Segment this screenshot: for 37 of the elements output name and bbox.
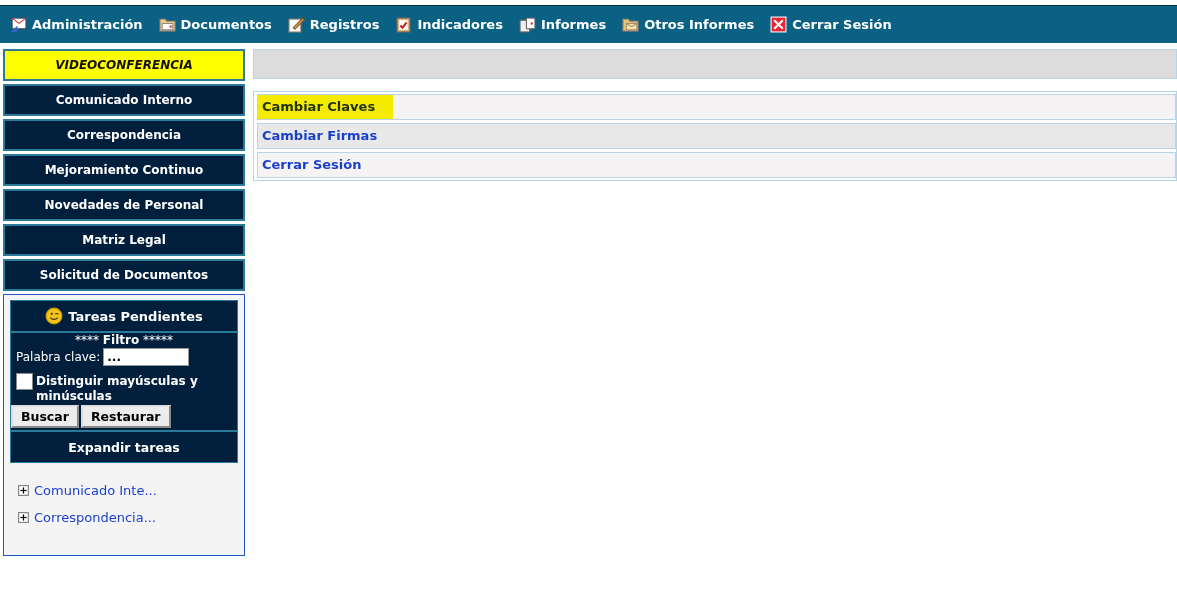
sidebar-item[interactable]: Correspondencia bbox=[3, 119, 245, 151]
sidebar-item[interactable]: Comunicado Interno bbox=[3, 84, 245, 116]
filter-button[interactable]: Restaurar bbox=[80, 405, 171, 428]
option-link[interactable]: Cambiar Claves bbox=[257, 94, 1176, 120]
envelope-icon bbox=[10, 16, 27, 33]
checkbox-label: Distinguir mayúsculas y minúsculas bbox=[36, 373, 199, 404]
smiley-icon bbox=[45, 307, 64, 325]
notepad-pencil-icon bbox=[287, 16, 305, 33]
clipboard-check-icon bbox=[395, 16, 413, 33]
menu-link[interactable]: Administración bbox=[10, 16, 143, 33]
menu-link[interactable]: Registros bbox=[287, 16, 380, 33]
sidebar-item[interactable]: Novedades de Personal bbox=[3, 189, 245, 221]
folder-icon bbox=[158, 16, 176, 33]
folder-envelope-icon bbox=[622, 16, 640, 33]
keyword-field[interactable]: ... bbox=[103, 348, 190, 366]
plus-icon[interactable] bbox=[18, 485, 29, 496]
checkbox[interactable] bbox=[16, 373, 33, 390]
menu-link[interactable]: Cerrar Sesión bbox=[770, 16, 892, 33]
sidebar-item[interactable]: VIDEOCONFERENCIA bbox=[3, 49, 245, 81]
menu-link[interactable]: Indicadores bbox=[395, 16, 503, 33]
plus-icon[interactable] bbox=[18, 512, 29, 523]
tree-link[interactable]: Correspondencia... bbox=[34, 510, 157, 525]
sidebar-item[interactable]: Mejoramiento Continuo bbox=[3, 154, 245, 186]
sidebar-item[interactable]: Solicitud de Documentos bbox=[3, 259, 245, 291]
option-link[interactable]: Cerrar Sesión bbox=[257, 152, 1176, 178]
keyword-label: Palabra clave: bbox=[16, 350, 101, 364]
tree-link[interactable]: Comunicado Inte... bbox=[34, 483, 157, 498]
menu-link[interactable]: Otros Informes bbox=[622, 16, 755, 33]
sidebar-item[interactable]: Matriz Legal bbox=[3, 224, 245, 256]
filter-title: **** Filtro ***** bbox=[74, 333, 174, 347]
close-icon bbox=[770, 16, 788, 33]
filter-button[interactable]: Buscar bbox=[11, 405, 79, 428]
menu-link[interactable]: Informes bbox=[518, 16, 607, 33]
option-link[interactable]: Cambiar Firmas bbox=[257, 123, 1176, 149]
documents-icon bbox=[518, 16, 536, 33]
menu-link[interactable]: Documentos bbox=[158, 16, 272, 33]
panel-title: Tareas Pendientes bbox=[68, 308, 203, 324]
